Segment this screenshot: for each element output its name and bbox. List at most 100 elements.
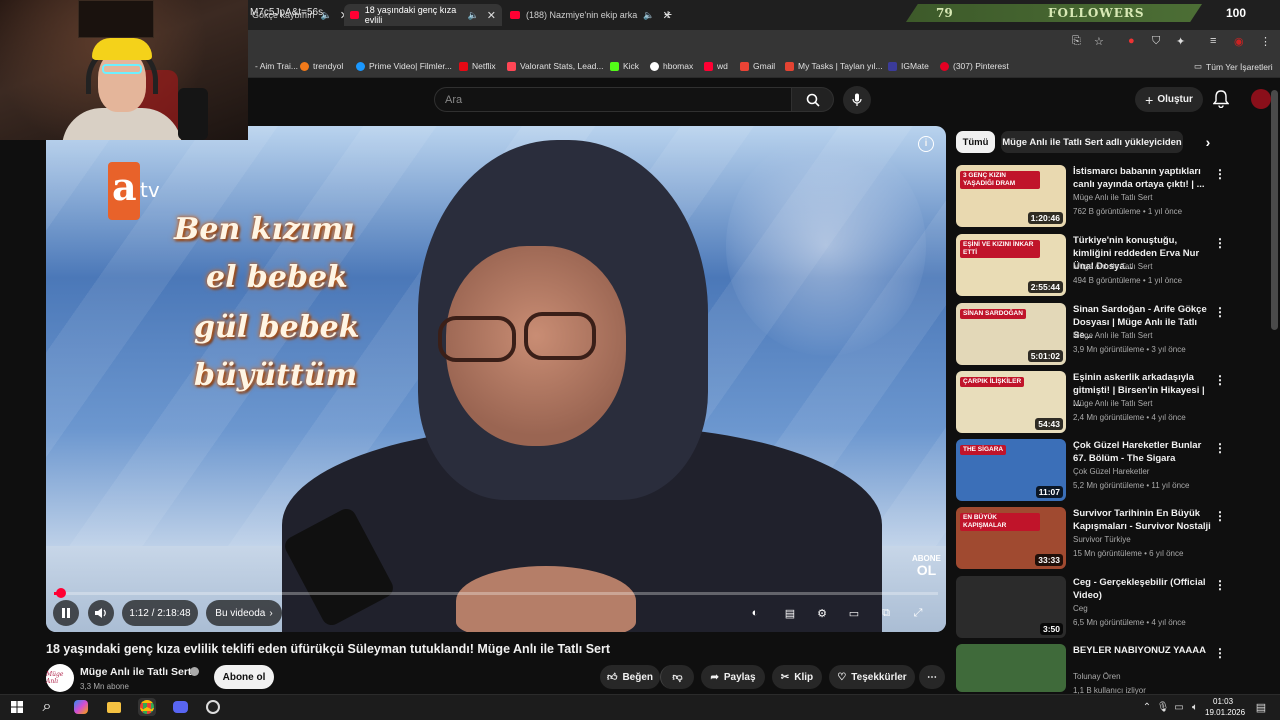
video-thumbnail[interactable]: THE SİGARA 11:07 — [956, 439, 1066, 501]
pause-button[interactable] — [53, 600, 79, 626]
dislike-button[interactable]: 👎︎ — [660, 665, 694, 689]
scrollbar[interactable] — [1271, 90, 1278, 330]
more-vertical-icon[interactable]: ⋮ — [1214, 305, 1226, 319]
channel-name[interactable]: Müge Anlı ile Tatlı Sert — [80, 666, 191, 678]
recommendation-channel[interactable]: Ceg — [1073, 604, 1088, 613]
bookmark-item[interactable]: wd — [704, 61, 728, 71]
bookmark-item[interactable]: (307) Pinterest — [940, 61, 1009, 71]
menu-icon[interactable]: ⋮ — [1260, 35, 1271, 48]
browser-tab-active[interactable]: 18 yaşındaki genç kıza evlili 🔈 ✕ — [344, 4, 502, 26]
windows-start-icon[interactable] — [8, 698, 26, 716]
cast-icon[interactable]: ⧉ — [877, 604, 895, 622]
autoplay-toggle-icon[interactable]: ◐ — [746, 604, 764, 622]
chapter-button[interactable]: Bu videoda › — [206, 600, 282, 626]
clock-time[interactable]: 01:03 — [1213, 697, 1233, 706]
clip-button[interactable]: ✂ Klip — [772, 665, 822, 689]
more-vertical-icon[interactable]: ⋮ — [1214, 578, 1226, 592]
obs-icon[interactable] — [204, 698, 222, 716]
puzzle-icon[interactable]: ✦ — [1176, 35, 1185, 48]
subtitles-icon[interactable]: ▤ — [781, 604, 799, 622]
chip-all[interactable]: Tümü — [956, 131, 995, 153]
media-icon[interactable]: ≡ — [1210, 35, 1216, 47]
recommendation-title[interactable]: Survivor Tarihinin En Büyük Kapışmaları … — [1073, 507, 1213, 533]
bookmark-item[interactable]: - Aim Trai... — [255, 61, 298, 71]
notification-center-icon[interactable]: ▤ — [1252, 698, 1270, 716]
clock-date[interactable]: 19.01.2026 — [1205, 708, 1245, 717]
copilot-icon[interactable] — [72, 698, 90, 716]
chevron-right-icon[interactable]: › — [1198, 131, 1218, 153]
theater-mode-icon[interactable]: ▭ — [845, 604, 863, 622]
recommendation-item[interactable]: ÇARPIK İLİŞKİLER 54:43 Eşinin askerlik ark… — [956, 371, 1266, 433]
recommendation-item[interactable]: 3:50 Ceg - Gerçekleşebilir (Official Vide… — [956, 576, 1266, 638]
bookmark-item[interactable]: Valorant Stats, Lead... — [507, 61, 603, 71]
search-button[interactable] — [792, 87, 834, 112]
search-input[interactable]: Ara — [434, 87, 792, 112]
tray-volume-icon[interactable]: 🔈︎ — [1186, 698, 1204, 716]
info-icon[interactable]: i — [918, 136, 934, 152]
new-tab-button[interactable]: + — [664, 6, 672, 22]
video-thumbnail[interactable]: EŞİNİ VE KIZINI İNKAR ETTİ 2:55:44 — [956, 234, 1066, 296]
url-text[interactable]: M7c5JpA&t=56s — [250, 7, 323, 18]
voice-search-button[interactable] — [843, 86, 871, 114]
settings-gear-icon[interactable]: ⚙ — [813, 604, 831, 622]
recommendation-channel[interactable]: Çok Güzel Hareketler — [1073, 467, 1149, 476]
recommendation-channel[interactable]: Survivor Türkiye — [1073, 535, 1131, 544]
progress-scrubber[interactable] — [56, 588, 66, 598]
more-vertical-icon[interactable]: ⋮ — [1214, 236, 1226, 250]
recommendation-channel[interactable]: Müge Anlı ile Tatlı Sert — [1073, 399, 1152, 408]
bookmark-star-icon[interactable]: ☆ — [1094, 35, 1104, 48]
recommendation-item[interactable]: EN BÜYÜK KAPIŞMALAR 33:33 Survivor Tarihin… — [956, 507, 1266, 569]
more-vertical-icon[interactable]: ⋮ — [1214, 441, 1226, 455]
bookmark-item[interactable]: hbomax — [650, 61, 693, 71]
thanks-button[interactable]: ♡ Teşekkürler — [829, 665, 915, 689]
more-vertical-icon[interactable]: ⋮ — [1214, 646, 1226, 660]
speaker-icon[interactable]: 🔈 — [468, 10, 479, 21]
notifications-button[interactable] — [1212, 90, 1230, 113]
video-thumbnail[interactable]: 3 GENÇ KIZIN YAŞADIĞI DRAM 1:20:46 — [956, 165, 1066, 227]
more-vertical-icon[interactable]: ⋮ — [1214, 373, 1226, 387]
more-actions-button[interactable]: ⋯ — [919, 665, 945, 689]
recommendation-title[interactable]: Ceg - Gerçekleşebilir (Official Video) — [1073, 576, 1213, 602]
fullscreen-icon[interactable]: ⤢ — [909, 604, 927, 622]
file-explorer-icon[interactable] — [105, 698, 123, 716]
recommendation-item[interactable]: THE SİGARA 11:07 Çok Güzel Hareketler Bunl… — [956, 439, 1266, 501]
bookmark-item[interactable]: Netflix — [459, 61, 496, 71]
recommendation-item[interactable]: EŞİNİ VE KIZINI İNKAR ETTİ 2:55:44 Türkiye… — [956, 234, 1266, 296]
bookmark-item[interactable]: IGMate — [888, 61, 929, 71]
profile-icon[interactable]: ◉ — [1234, 35, 1244, 48]
video-player[interactable]: a tv Ben kızımı el bebek gül bebek büyüt… — [46, 126, 946, 632]
close-tab-icon[interactable]: ✕ — [487, 9, 496, 22]
more-vertical-icon[interactable]: ⋮ — [1214, 509, 1226, 523]
progress-bar[interactable] — [54, 592, 938, 595]
recommendation-item[interactable]: SİNAN SARDOĞAN 5:01:02 Sinan Sardoğan - Ar… — [956, 303, 1266, 365]
discord-icon[interactable] — [171, 698, 189, 716]
chip-uploader[interactable]: Müge Anlı ile Tatlı Sert adlı yükleyicid… — [1001, 131, 1183, 153]
create-button[interactable]: + Oluştur — [1135, 87, 1203, 112]
video-thumbnail[interactable]: EN BÜYÜK KAPIŞMALAR 33:33 — [956, 507, 1066, 569]
bookmark-item[interactable]: My Tasks | Taylan yıl... — [785, 61, 883, 71]
video-thumbnail[interactable]: SİNAN SARDOĞAN 5:01:02 — [956, 303, 1066, 365]
bookmark-item[interactable]: trendyol — [300, 61, 343, 71]
video-thumbnail[interactable]: ÇARPIK İLİŞKİLER 54:43 — [956, 371, 1066, 433]
volume-button[interactable] — [88, 600, 114, 626]
bookmark-item[interactable]: Gmail — [740, 61, 775, 71]
video-thumbnail[interactable] — [956, 644, 1066, 692]
share-button[interactable]: ➦ Paylaş — [701, 665, 765, 689]
recommendation-channel[interactable]: Müge Anlı ile Tatlı Sert — [1073, 331, 1152, 340]
recommendation-channel[interactable]: Müge Anlı ile Tatlı Sert — [1073, 262, 1152, 271]
recommendation-title[interactable]: Çok Güzel Hareketler Bunlar 67. Bölüm - … — [1073, 439, 1213, 465]
install-icon[interactable]: ⎘ — [1072, 35, 1081, 48]
channel-avatar[interactable]: Müge Anlı — [46, 664, 74, 692]
like-button[interactable]: 👍︎ Beğen — [600, 665, 660, 689]
recommendation-channel[interactable]: Tolunay Ören — [1073, 672, 1121, 681]
speaker-icon[interactable]: 🔈 — [643, 10, 654, 21]
subscribe-button[interactable]: Abone ol — [214, 665, 274, 689]
bookmark-item[interactable]: Kick — [610, 61, 639, 71]
recommendation-channel[interactable]: Müge Anlı ile Tatlı Sert — [1073, 193, 1152, 202]
account-avatar[interactable] — [1251, 89, 1271, 109]
more-vertical-icon[interactable]: ⋮ — [1214, 167, 1226, 181]
search-icon[interactable]: ⌕ — [38, 698, 56, 716]
recommendation-title[interactable]: İstismarcı babanın yaptıkları canlı yayı… — [1073, 165, 1213, 191]
video-thumbnail[interactable]: 3:50 — [956, 576, 1066, 638]
chrome-icon[interactable] — [138, 698, 156, 716]
